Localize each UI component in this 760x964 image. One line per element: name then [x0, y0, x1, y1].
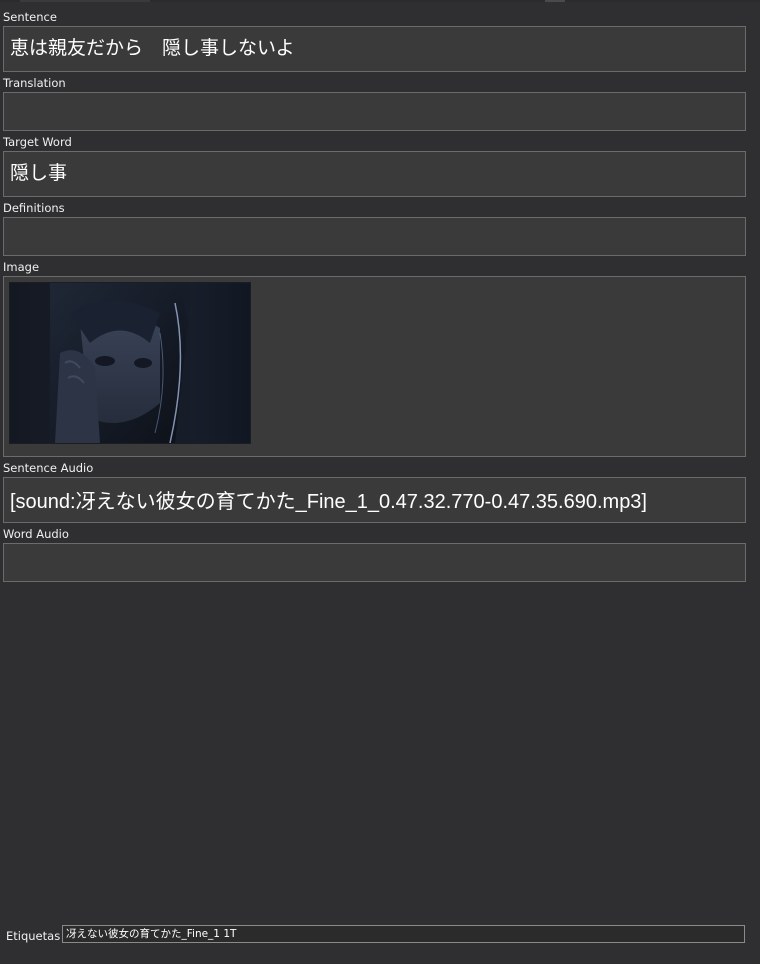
translation-label: Translation	[3, 76, 66, 90]
translation-field[interactable]	[3, 92, 746, 131]
definitions-field[interactable]	[3, 217, 746, 256]
top-toolbar-edge	[0, 0, 760, 2]
note-editor: Sentence 恵は親友だから 隠し事しないよ Translation Tar…	[0, 0, 760, 964]
tags-bar: Etiquetas 冴えない彼女の育てかた_Fine_1 1T	[0, 920, 760, 950]
sentence-audio-label: Sentence Audio	[3, 461, 94, 475]
target-word-field[interactable]: 隠し事	[3, 151, 746, 197]
tags-label: Etiquetas	[6, 929, 61, 943]
toolbar-tab-edge	[20, 0, 150, 2]
screenshot-image[interactable]	[9, 282, 251, 444]
image-label: Image	[3, 260, 40, 274]
tags-input[interactable]: 冴えない彼女の育てかた_Fine_1 1T	[62, 925, 745, 943]
word-audio-field[interactable]	[3, 543, 746, 582]
sentence-field[interactable]: 恵は親友だから 隠し事しないよ	[3, 26, 746, 72]
word-audio-label: Word Audio	[3, 527, 69, 541]
toolbar-button-edge	[545, 0, 565, 2]
target-word-label: Target Word	[3, 135, 72, 149]
image-field[interactable]	[3, 276, 746, 457]
sentence-label: Sentence	[3, 10, 57, 24]
sentence-audio-field[interactable]: [sound:冴えない彼女の育てかた_Fine_1_0.47.32.770-0.…	[3, 477, 746, 523]
definitions-label: Definitions	[3, 201, 65, 215]
